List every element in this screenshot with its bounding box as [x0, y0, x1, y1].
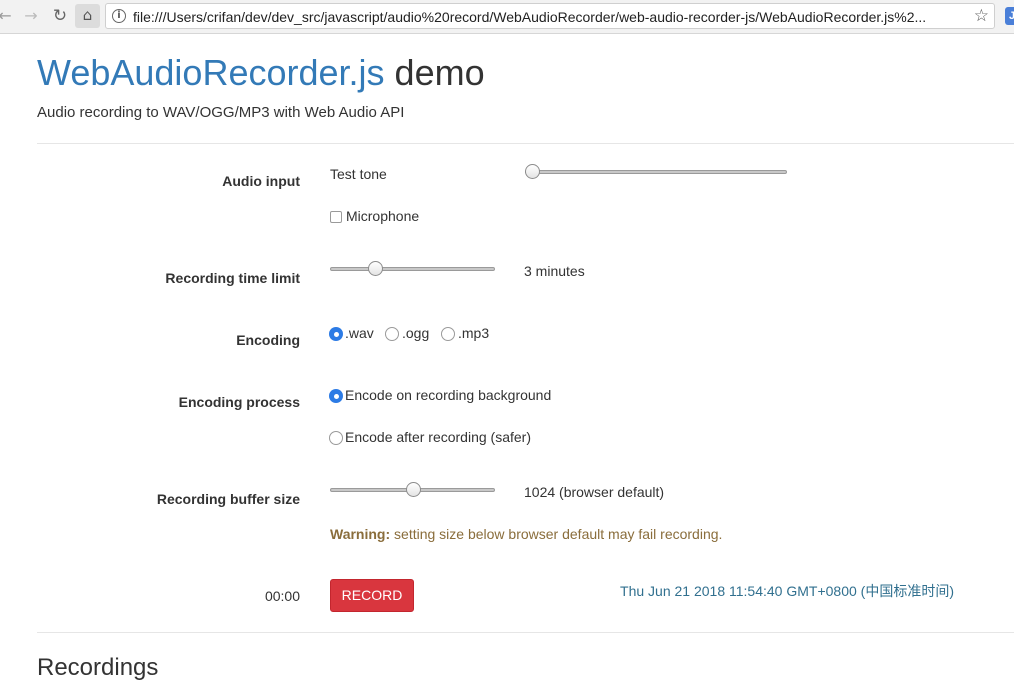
slider-track: [525, 170, 787, 174]
test-tone-slider[interactable]: [525, 164, 787, 180]
page-title: WebAudioRecorder.js demo: [37, 52, 485, 94]
test-tone-label: Test tone: [330, 166, 387, 182]
slider-track: [330, 267, 495, 271]
page-subtitle: Audio recording to WAV/OGG/MP3 with Web …: [37, 104, 405, 121]
buffer-size-value: 1024 (browser default): [524, 484, 665, 500]
encode-background-label: Encode on recording background: [345, 387, 552, 403]
radio-mp3[interactable]: [441, 327, 455, 341]
microphone-label: Microphone: [346, 208, 420, 224]
slider-thumb[interactable]: [525, 164, 540, 179]
radio-ogg[interactable]: [385, 327, 399, 341]
encoding-label: Encoding: [236, 332, 300, 348]
buffer-size-label: Recording buffer size: [156, 491, 300, 507]
extension-icon[interactable]: J: [1005, 7, 1014, 25]
warning-strong: Warning:: [330, 526, 391, 542]
option-mp3-label: .mp3: [458, 325, 490, 341]
option-wav-label: .wav: [345, 325, 374, 341]
back-arrow-icon[interactable]: ←: [0, 5, 16, 27]
recordings-title: Recordings: [37, 654, 159, 681]
buffer-size-slider[interactable]: [330, 482, 495, 498]
warning-text: setting size below browser default may f…: [394, 526, 723, 542]
address-url[interactable]: file:///Users/crifan/dev/dev_src/javascr…: [133, 9, 968, 25]
option-ogg-label: .ogg: [402, 325, 430, 341]
time-limit-slider[interactable]: [330, 261, 495, 277]
slider-thumb[interactable]: [367, 261, 383, 276]
forward-arrow-icon[interactable]: →: [20, 5, 42, 27]
time-limit-label: Recording time limit: [165, 270, 300, 286]
info-icon[interactable]: i: [112, 9, 126, 23]
record-divider: [37, 632, 1014, 633]
record-time: 00:00: [264, 588, 300, 604]
header-divider: [37, 143, 1014, 144]
radio-encode-after[interactable]: [329, 431, 343, 445]
title-rest: demo: [394, 52, 485, 93]
title-brand: WebAudioRecorder.js: [37, 52, 385, 93]
record-button[interactable]: RECORD: [330, 579, 414, 612]
radio-wav[interactable]: [329, 327, 343, 341]
bookmark-star-icon[interactable]: ☆: [974, 6, 989, 26]
encoding-process-label: Encoding process: [178, 394, 300, 410]
buffer-warning: Warning: setting size below browser defa…: [330, 526, 722, 542]
time-limit-value: 3 minutes: [524, 263, 585, 279]
home-icon[interactable]: ⌂: [75, 4, 100, 28]
encode-after-label: Encode after recording (safer): [345, 429, 531, 445]
reload-icon[interactable]: ↻: [49, 5, 71, 27]
current-datetime: Thu Jun 21 2018 11:54:40 GMT+0800 (中国标准时…: [620, 583, 954, 599]
microphone-checkbox[interactable]: [330, 211, 342, 223]
address-bar[interactable]: i file:///Users/crifan/dev/dev_src/javas…: [105, 3, 995, 29]
slider-thumb[interactable]: [405, 482, 421, 497]
audio-input-label: Audio input: [222, 173, 300, 189]
browser-toolbar: ← → ↻ ⌂ i file:///Users/crifan/dev/dev_s…: [0, 0, 1014, 34]
radio-encode-background[interactable]: [329, 389, 343, 403]
